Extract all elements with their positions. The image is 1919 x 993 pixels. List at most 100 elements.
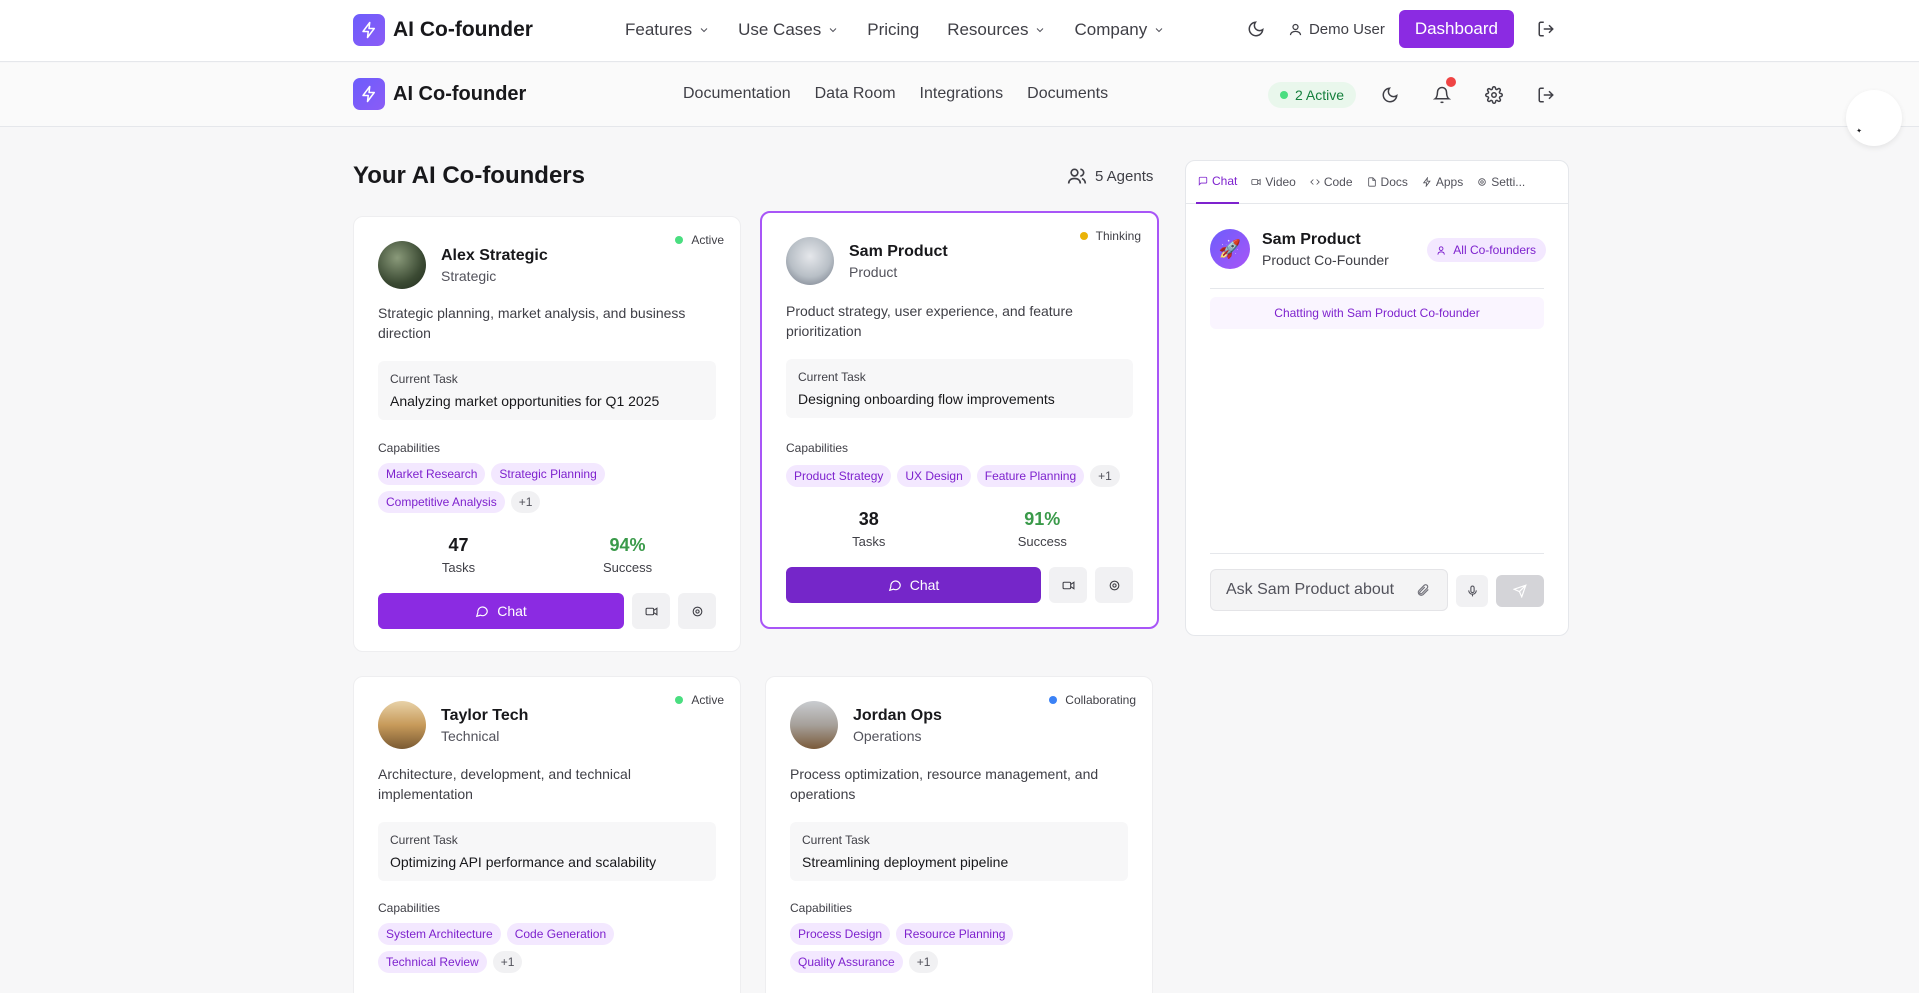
chat-button-label: Chat [497,603,527,619]
success-rate: 94% [609,535,646,555]
capability-chip: Product Strategy [786,465,892,487]
video-button[interactable] [1049,567,1087,603]
tab-label: Chat [1212,174,1238,188]
logout-button[interactable] [1528,77,1564,113]
dark-mode-toggle[interactable] [1238,11,1274,47]
tab-label: Code [1323,175,1353,189]
nav-features[interactable]: Features [625,20,710,40]
tasks-stat: 47 Tasks [442,535,475,575]
chat-button[interactable]: Chat [786,567,1041,603]
nav-data-room[interactable]: Data Room [815,85,896,103]
agent-settings-button[interactable] [678,593,716,629]
avatar [786,237,834,285]
active-count: 2 Active [1295,87,1345,103]
divider [1210,288,1544,289]
document-icon [1367,177,1376,187]
video-icon [1251,178,1261,186]
lightning-icon [353,14,385,46]
cofounder-card-jordan: Jordan Ops Operations Collaborating Proc… [765,676,1153,993]
logout-button[interactable] [1528,11,1564,47]
status-label: Active [691,233,724,247]
card-header: Taylor Tech Technical [378,701,528,749]
chat-agent-name: Sam Product [1262,230,1361,248]
nav-use-cases[interactable]: Use Cases [738,20,839,40]
current-task-box: Current Task Analyzing market opportunit… [378,361,716,420]
main-nav: Features Use Cases Pricing Resources Com… [625,20,1193,40]
agent-description: Process optimization, resource managemen… [790,766,1099,802]
settings-button[interactable] [1476,77,1512,113]
nav-documentation[interactable]: Documentation [683,85,791,103]
capabilities-list: Market Research Strategic Planning Compe… [378,463,716,513]
task-text: Designing onboarding flow improvements [798,391,1055,407]
card-actions: Chat [786,567,1133,603]
capability-more-chip[interactable]: +1 [492,951,523,973]
agent-stats: 47 Tasks 94% Success [378,535,716,575]
agent-settings-button[interactable] [1095,567,1133,603]
microphone-button[interactable] [1456,575,1488,607]
lightning-icon [353,78,385,110]
capability-more-chip[interactable]: +1 [908,951,939,973]
chat-bubble-icon [1198,176,1208,186]
task-text: Analyzing market opportunities for Q1 20… [390,393,660,409]
secondary-navbar: AI Co-founder Documentation Data Room In… [0,63,1919,127]
all-cofounders-label: All Co-founders [1453,243,1536,257]
cofounder-card-alex: Alex Strategic Strategic Active Strategi… [353,216,741,652]
capability-chip: Competitive Analysis [378,491,505,513]
nav-integrations[interactable]: Integrations [920,85,1004,103]
tab-code[interactable]: Code [1308,161,1355,204]
capability-more-chip[interactable]: +1 [1090,465,1120,487]
task-text: Streamlining deployment pipeline [802,854,1009,870]
rocket-icon: 🚀 [1210,229,1250,269]
status-badge: Thinking [1079,229,1141,243]
video-icon [645,606,657,616]
dark-mode-toggle[interactable] [1372,77,1408,113]
agent-description: Product strategy, user experience, and f… [786,303,1073,339]
send-icon [1513,584,1527,598]
capability-more-chip[interactable]: +1 [510,491,541,513]
user-menu[interactable]: Demo User [1288,21,1385,38]
lightning-icon [1422,177,1431,187]
brand-name: AI Co-founder [393,82,527,105]
notifications-button[interactable] [1424,77,1460,113]
capability-chip: Technical Review [378,951,487,973]
chat-button[interactable]: Chat [378,593,624,629]
tasks-count: 38 [858,509,879,529]
capabilities-list: Process Design Resource Planning Quality… [790,923,1128,973]
tab-apps[interactable]: Apps [1420,161,1465,204]
nav-company[interactable]: Company [1074,20,1165,40]
all-cofounders-button[interactable]: All Co-founders [1427,238,1546,262]
chevron-down-icon [829,28,837,33]
tab-chat[interactable]: Chat [1196,161,1240,204]
chevron-down-icon [1155,28,1163,33]
tab-video[interactable]: Video [1249,161,1297,204]
video-button[interactable] [632,593,670,629]
nav-pricing[interactable]: Pricing [867,20,919,40]
task-label: Current Task [798,370,866,384]
agent-stats: 38 Tasks 91% Success [786,509,1133,549]
card-header: Alex Strategic Strategic [378,241,548,289]
nav-documents[interactable]: Documents [1027,85,1108,103]
nav-resources[interactable]: Resources [947,20,1046,40]
send-button[interactable] [1496,575,1544,607]
dashboard-button[interactable]: Dashboard [1398,10,1514,48]
topnav-actions: Demo User Dashboard [1238,10,1564,48]
tab-docs[interactable]: Docs [1365,161,1410,204]
moon-icon [1382,87,1398,103]
avatar [790,701,838,749]
tab-settings[interactable]: Setti... [1475,161,1527,204]
capability-chip: Feature Planning [976,465,1085,487]
bell-icon [1433,86,1452,104]
chat-bubble-icon [888,580,901,592]
tasks-count: 47 [448,535,469,555]
nav-label: Features [625,20,693,39]
divider [1210,553,1544,554]
task-text: Optimizing API performance and scalabili… [390,854,657,870]
brand-logo[interactable]: AI Co-founder [353,14,533,46]
paperclip-icon[interactable] [1416,583,1430,597]
brand-logo-secondary[interactable]: AI Co-founder [353,78,526,110]
code-icon [1310,179,1320,185]
gear-icon [1485,86,1503,104]
chat-input[interactable] [1226,581,1416,599]
chat-agent-header: 🚀 Sam Product Product Co-Founder [1210,229,1389,269]
floating-badge[interactable]: ✦ [1846,90,1902,146]
